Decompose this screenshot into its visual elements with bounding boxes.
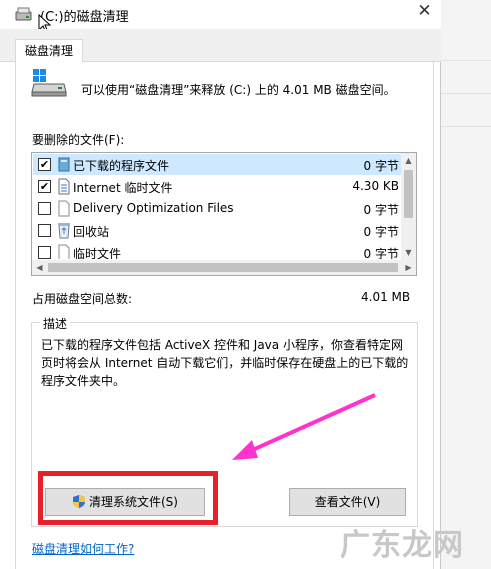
list-item[interactable]: ✔ 已下载的程序文件 0 字节 — [33, 154, 403, 175]
files-list[interactable]: ✔ 已下载的程序文件 0 字节 ✔ Internet 临时文件 4.30 KB — [31, 152, 417, 276]
file-name: 回收站 — [73, 225, 110, 239]
list-item[interactable]: Delivery Optimization Files 0 字节 — [33, 198, 403, 219]
tab-strip: 磁盘清理 — [0, 29, 441, 63]
file-name: Delivery Optimization Files — [73, 201, 234, 215]
horizontal-scrollbar[interactable]: ◀ ▶ — [32, 260, 416, 275]
help-link[interactable]: 磁盘清理如何工作? — [32, 540, 134, 557]
description-legend: 描述 — [40, 315, 71, 332]
scroll-down-icon[interactable]: ▼ — [401, 245, 416, 260]
file-checkbox[interactable]: ✔ — [38, 158, 51, 171]
document-icon — [58, 178, 70, 195]
file-size: 0 字节 — [363, 247, 399, 259]
file-checkbox[interactable] — [38, 202, 51, 215]
scroll-thumb[interactable] — [404, 170, 413, 218]
title-bar[interactable]: (C:)的磁盘清理 ✕ — [0, 0, 441, 34]
folder-icon — [58, 157, 70, 172]
recycle-bin-icon — [58, 223, 70, 239]
total-space-value: 4.01 MB — [361, 290, 411, 304]
blank-page-icon — [58, 244, 70, 259]
close-button[interactable]: ✕ — [408, 0, 441, 24]
tab-disk-cleanup[interactable]: 磁盘清理 — [15, 39, 83, 63]
scroll-right-icon[interactable]: ▶ — [401, 260, 416, 275]
file-name: 临时文件 — [73, 247, 122, 259]
background-window — [440, 0, 491, 569]
total-space-label: 占用磁盘空间总数: — [32, 292, 133, 306]
drive-icon — [31, 69, 67, 97]
view-files-button[interactable]: 查看文件(V) — [289, 488, 406, 516]
file-checkbox[interactable] — [38, 224, 51, 237]
file-checkbox[interactable]: ✔ — [38, 180, 51, 193]
file-size: 0 字节 — [363, 203, 399, 217]
list-item[interactable]: 回收站 0 字节 — [33, 220, 403, 241]
scroll-left-icon[interactable]: ◀ — [32, 260, 47, 275]
file-size: 0 字节 — [363, 159, 399, 173]
list-item[interactable]: ✔ Internet 临时文件 4.30 KB — [33, 176, 403, 197]
file-size: 4.30 KB — [352, 179, 399, 193]
blank-page-icon — [58, 200, 70, 217]
list-item[interactable]: 临时文件 0 字节 — [33, 242, 403, 259]
disk-cleanup-dialog: (C:)的磁盘清理 ✕ 磁盘清理 可以使用“磁盘清理”来释放 (C:) 上的 4… — [0, 0, 441, 569]
watermark: 广东龙网 — [340, 528, 464, 563]
file-size: 0 字节 — [363, 225, 399, 239]
annotation-arrow — [232, 393, 376, 460]
window-title: (C:)的磁盘清理 — [40, 10, 129, 25]
highlight-box — [38, 471, 218, 525]
space-summary: 可以使用“磁盘清理”来释放 (C:) 上的 4.01 MB 磁盘空间。 — [81, 83, 396, 97]
scroll-thumb[interactable] — [48, 263, 398, 272]
file-name: Internet 临时文件 — [73, 181, 173, 195]
description-text: 已下载的程序文件包括 ActiveX 控件和 Java 小程序，你查看特定网页时… — [41, 338, 409, 388]
file-checkbox[interactable] — [38, 246, 51, 259]
files-to-delete-label: 要删除的文件(F): — [32, 133, 125, 147]
vertical-scrollbar[interactable]: ▲ ▼ — [401, 153, 416, 260]
scroll-up-icon[interactable]: ▲ — [401, 153, 416, 168]
file-name: 已下载的程序文件 — [73, 159, 170, 173]
disk-cleanup-icon — [15, 7, 32, 21]
